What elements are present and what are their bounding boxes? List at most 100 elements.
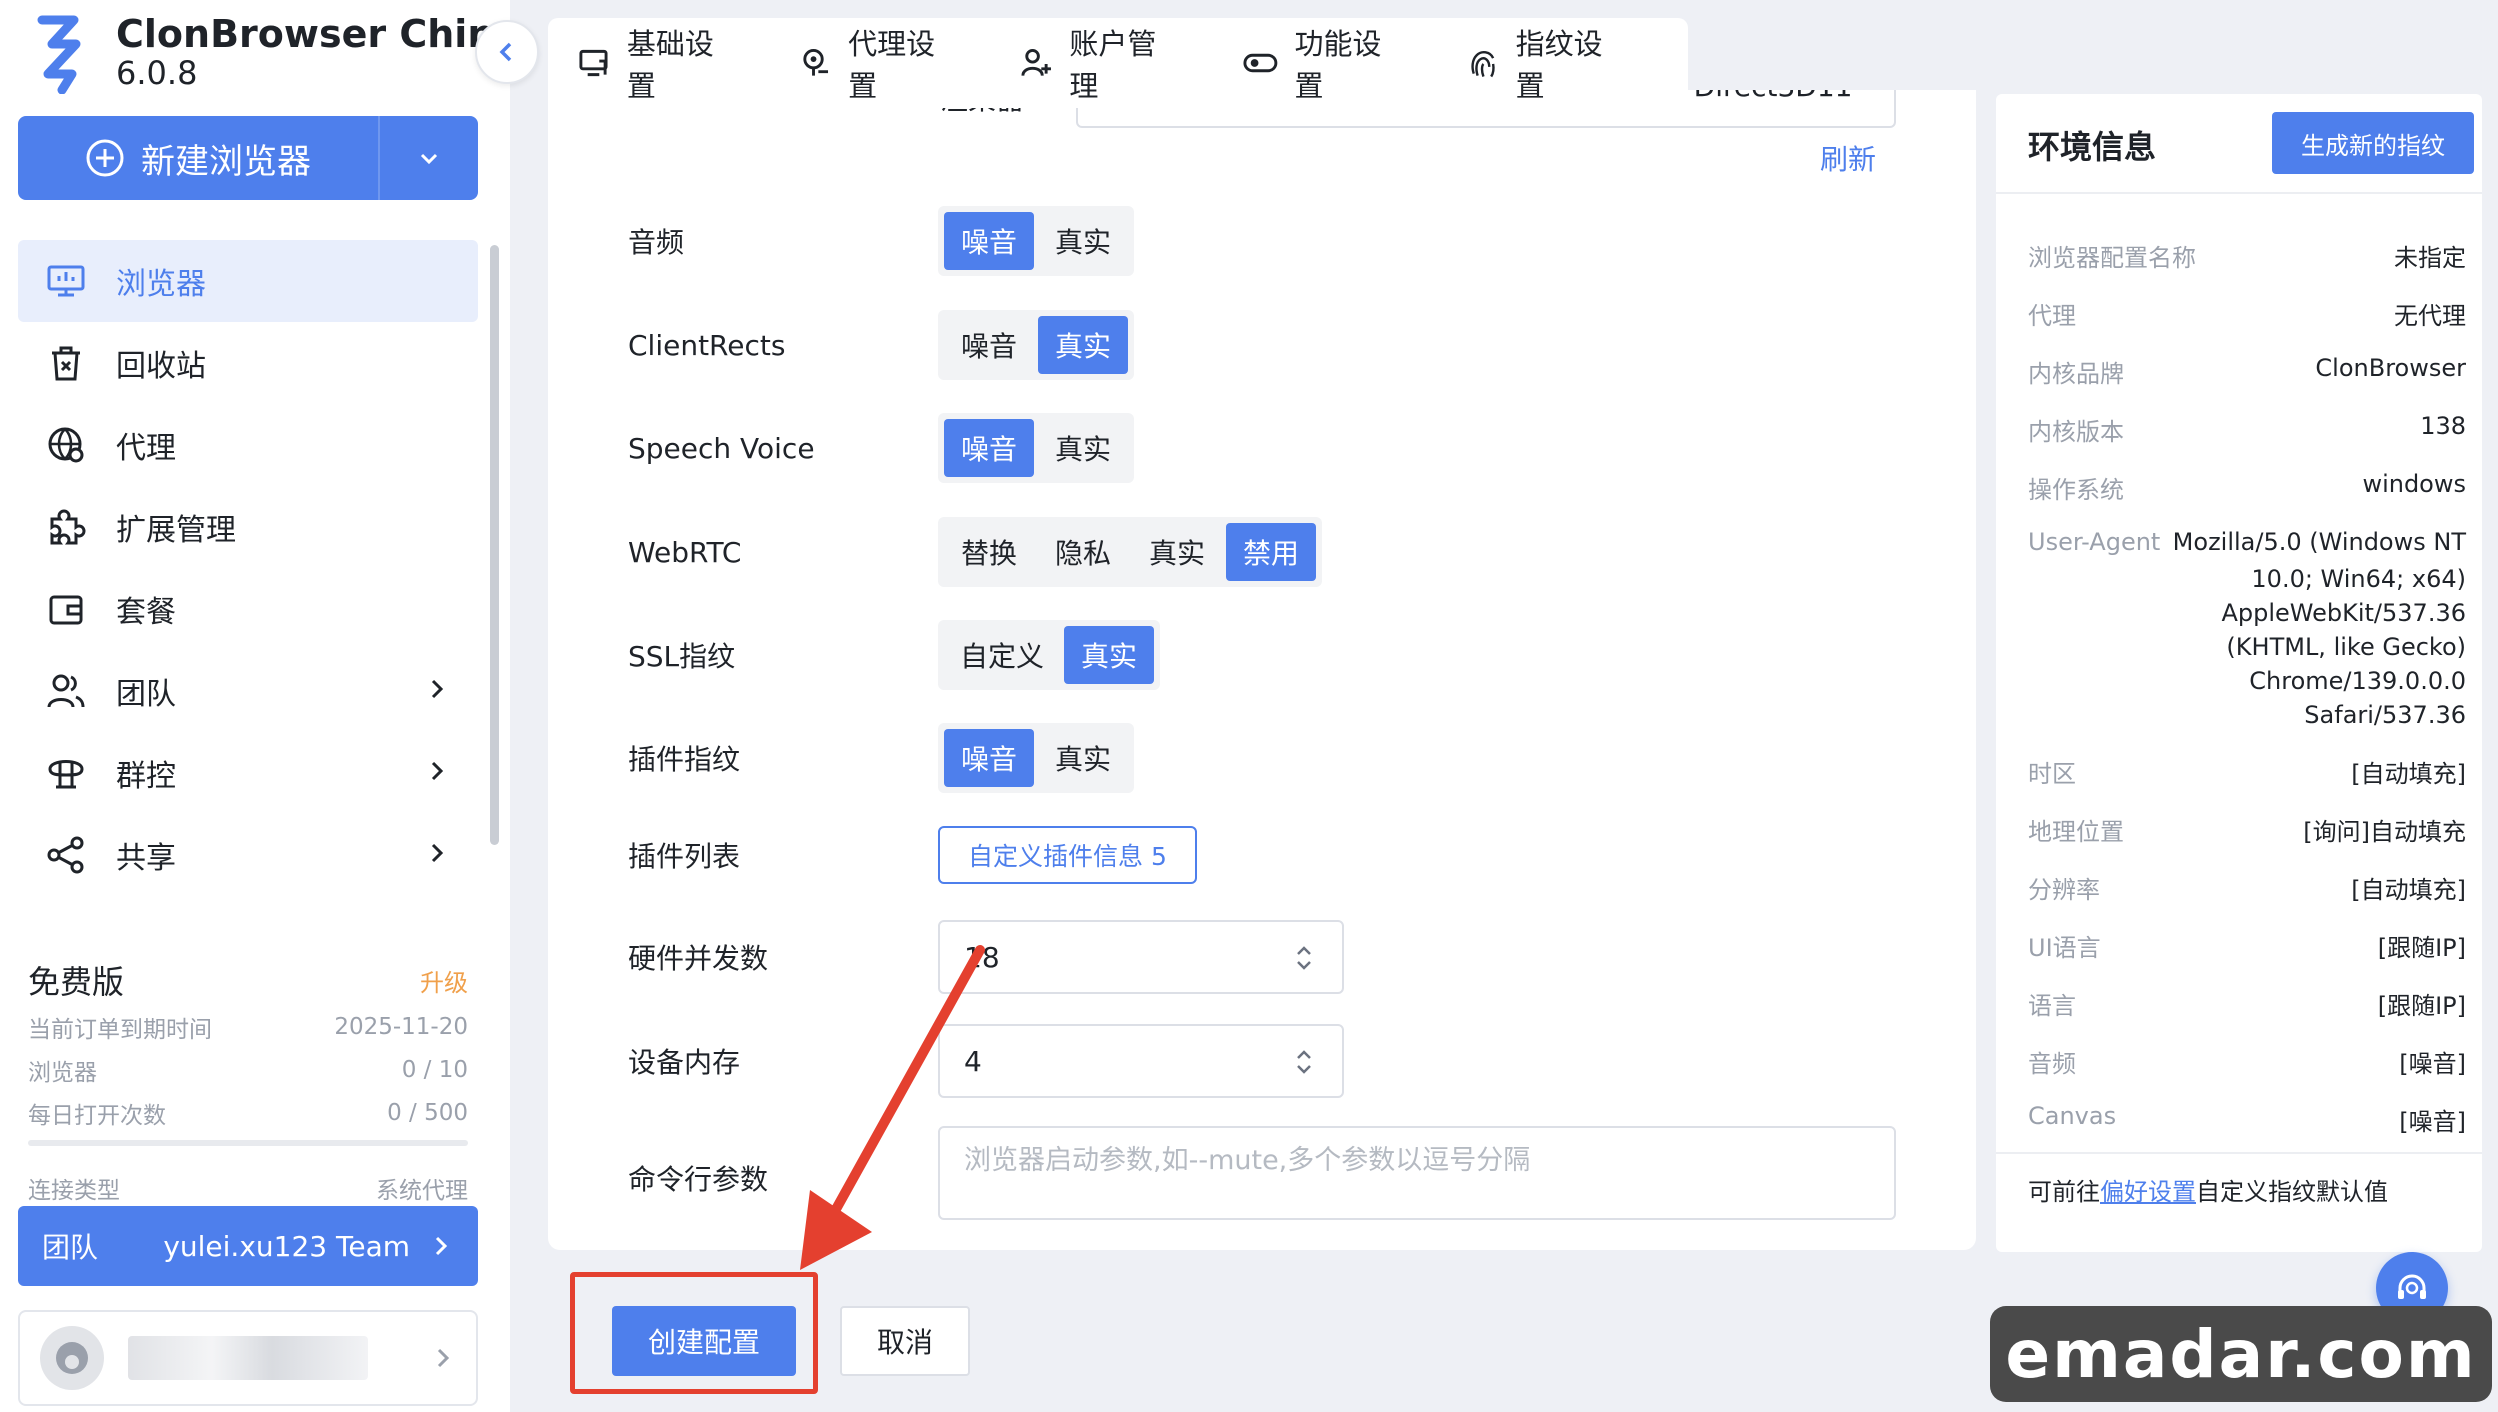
team-switch-button[interactable]: 团队 yulei.xu123 Team xyxy=(18,1206,478,1286)
ssl-segmented: 自定义 真实 xyxy=(938,620,1161,690)
clientrects-segmented: 噪音 真实 xyxy=(938,310,1134,380)
app-logo-icon xyxy=(37,15,81,94)
sidebar-nav: 浏览器 回收站 代理 扩展管理 套餐 团队 群控 共享 xyxy=(18,240,478,896)
env-row-timezone: 时区 [自动填充] xyxy=(2028,754,2466,789)
tab-fingerprint[interactable]: 指纹设置 xyxy=(1467,21,1658,105)
audio-segmented: 噪音 真实 xyxy=(938,206,1134,276)
conn-type-label: 连接类型 xyxy=(28,1177,120,1204)
upgrade-link[interactable]: 升级 xyxy=(420,963,468,998)
speech-option-real[interactable]: 真实 xyxy=(1038,419,1128,477)
plan-panel: 免费版 升级 当前订单到期时间 2025-11-20 浏览器 0 / 10 每日… xyxy=(28,955,468,1209)
audio-label: 音频 xyxy=(628,226,685,259)
env-row-ui-language: UI语言 [跟随IP] xyxy=(2028,928,2466,963)
sidebar-item-label: 团队 xyxy=(116,677,176,712)
tab-accounts[interactable]: 账户管理 xyxy=(1020,21,1211,105)
chevron-left-icon xyxy=(499,42,512,62)
sidebar-item-proxy[interactable]: 代理 xyxy=(18,404,478,486)
chevron-down-icon xyxy=(420,153,438,165)
tab-label: 功能设置 xyxy=(1294,27,1382,103)
env-key: UI语言 xyxy=(2028,934,2101,962)
new-browser-main[interactable]: 新建浏览器 xyxy=(18,116,380,200)
new-browser-button[interactable]: 新建浏览器 xyxy=(18,116,478,200)
new-browser-dropdown[interactable] xyxy=(380,116,478,200)
globe-icon xyxy=(44,423,88,467)
ua-line: Safari/537.36 xyxy=(2304,701,2466,729)
env-key: Canvas xyxy=(2028,1102,2117,1130)
sidebar-item-share[interactable]: 共享 xyxy=(18,814,478,896)
clientrects-option-real[interactable]: 真实 xyxy=(1038,316,1128,374)
env-value: [噪音] xyxy=(2399,1108,2466,1136)
env-info-title: 环境信息 xyxy=(2028,128,2157,166)
team-label: 团队 xyxy=(42,1231,99,1264)
sidebar-item-trash[interactable]: 回收站 xyxy=(18,322,478,404)
user-name-redacted xyxy=(128,1336,368,1380)
avatar-icon xyxy=(56,1342,88,1374)
custom-plugin-button[interactable]: 自定义插件信息 5 xyxy=(938,826,1197,884)
clientrects-option-noise[interactable]: 噪音 xyxy=(944,316,1034,374)
sidebar-item-label: 浏览器 xyxy=(116,267,206,302)
env-value: 138 xyxy=(2420,412,2466,440)
plugin-fp-row: 插件指纹 噪音 真实 xyxy=(628,723,1134,793)
speech-option-noise[interactable]: 噪音 xyxy=(944,419,1034,477)
generate-fingerprint-button[interactable]: 生成新的指纹 xyxy=(2272,112,2474,174)
cmdline-textarea[interactable]: 浏览器启动参数,如--mute,多个参数以逗号分隔 xyxy=(938,1126,1896,1220)
webrtc-option-real[interactable]: 真实 xyxy=(1132,523,1222,581)
tab-basic[interactable]: 基础设置 xyxy=(578,21,769,105)
ssl-option-custom[interactable]: 自定义 xyxy=(944,626,1060,684)
tab-features[interactable]: 功能设置 xyxy=(1242,21,1437,105)
tab-proxy[interactable]: 代理设置 xyxy=(799,21,990,105)
sidebar-item-team[interactable]: 团队 xyxy=(18,650,478,732)
env-key: 分辨率 xyxy=(2028,876,2100,904)
divider xyxy=(1996,1152,2482,1154)
user-add-icon xyxy=(1021,48,1052,76)
webrtc-option-private[interactable]: 隐私 xyxy=(1038,523,1128,581)
sidebar-item-label: 套餐 xyxy=(116,595,176,630)
env-footer-note: 可前往偏好设置自定义指纹默认值 xyxy=(2028,1172,2388,1207)
env-key: User-Agent xyxy=(2028,528,2161,556)
env-value: windows xyxy=(2362,470,2466,498)
sidebar-scrollbar[interactable] xyxy=(490,245,499,845)
sidebar-item-plan[interactable]: 套餐 xyxy=(18,568,478,650)
share-icon xyxy=(44,833,88,877)
stepper-icon[interactable] xyxy=(1294,1044,1314,1080)
env-key: 音频 xyxy=(2028,1050,2076,1078)
ua-line: 10.0; Win64; x64) xyxy=(2251,565,2466,593)
tab-label: 指纹设置 xyxy=(1515,27,1603,103)
stepper-icon[interactable] xyxy=(1294,940,1314,976)
sidebar-item-browser[interactable]: 浏览器 xyxy=(18,240,478,322)
user-agent-continued: 10.0; Win64; x64) AppleWebKit/537.36 (KH… xyxy=(2176,562,2466,732)
preferences-link[interactable]: 偏好设置 xyxy=(2100,1178,2196,1206)
browsers-label: 浏览器 xyxy=(28,1059,97,1086)
user-card[interactable] xyxy=(18,1310,478,1406)
webrtc-option-replace[interactable]: 替换 xyxy=(944,523,1034,581)
cancel-button[interactable]: 取消 xyxy=(840,1306,970,1376)
clientrects-row: ClientRects 噪音 真实 xyxy=(628,310,1134,380)
ua-line: AppleWebKit/537.36 xyxy=(2221,599,2466,627)
sidebar-item-sync[interactable]: 群控 xyxy=(18,732,478,814)
speech-label: Speech Voice xyxy=(628,431,815,465)
chevron-right-icon xyxy=(437,1348,450,1368)
webrtc-label: WebRTC xyxy=(628,535,742,569)
env-value: 无代理 xyxy=(2394,302,2466,330)
sidebar-item-label: 群控 xyxy=(116,759,176,794)
fingerprint-icon xyxy=(1471,51,1495,78)
team-name: yulei.xu123 Team xyxy=(163,1229,410,1263)
ua-line: (KHTML, like Gecko) xyxy=(2226,633,2466,661)
audio-option-real[interactable]: 真实 xyxy=(1038,212,1128,270)
env-row-user-agent: User-Agent Mozilla/5.0 (Windows NT xyxy=(2028,528,2466,556)
plan-name: 免费版 xyxy=(28,963,125,1001)
plugin-fp-option-real[interactable]: 真实 xyxy=(1038,729,1128,787)
env-key: 代理 xyxy=(2028,302,2076,330)
audio-option-noise[interactable]: 噪音 xyxy=(944,212,1034,270)
tab-label: 基础设置 xyxy=(626,27,714,103)
app-name: ClonBrowser China xyxy=(116,12,521,56)
plugin-fp-option-noise[interactable]: 噪音 xyxy=(944,729,1034,787)
chevron-right-icon xyxy=(431,679,444,699)
sidebar-item-label: 代理 xyxy=(116,431,176,466)
sidebar-item-extensions[interactable]: 扩展管理 xyxy=(18,486,478,568)
refresh-link[interactable]: 刷新 xyxy=(1820,138,1876,178)
ssl-option-real[interactable]: 真实 xyxy=(1064,626,1155,684)
plugin-list-label: 插件列表 xyxy=(628,840,741,873)
webrtc-option-disabled[interactable]: 禁用 xyxy=(1226,523,1316,581)
sidebar-collapse-button[interactable] xyxy=(475,20,539,84)
